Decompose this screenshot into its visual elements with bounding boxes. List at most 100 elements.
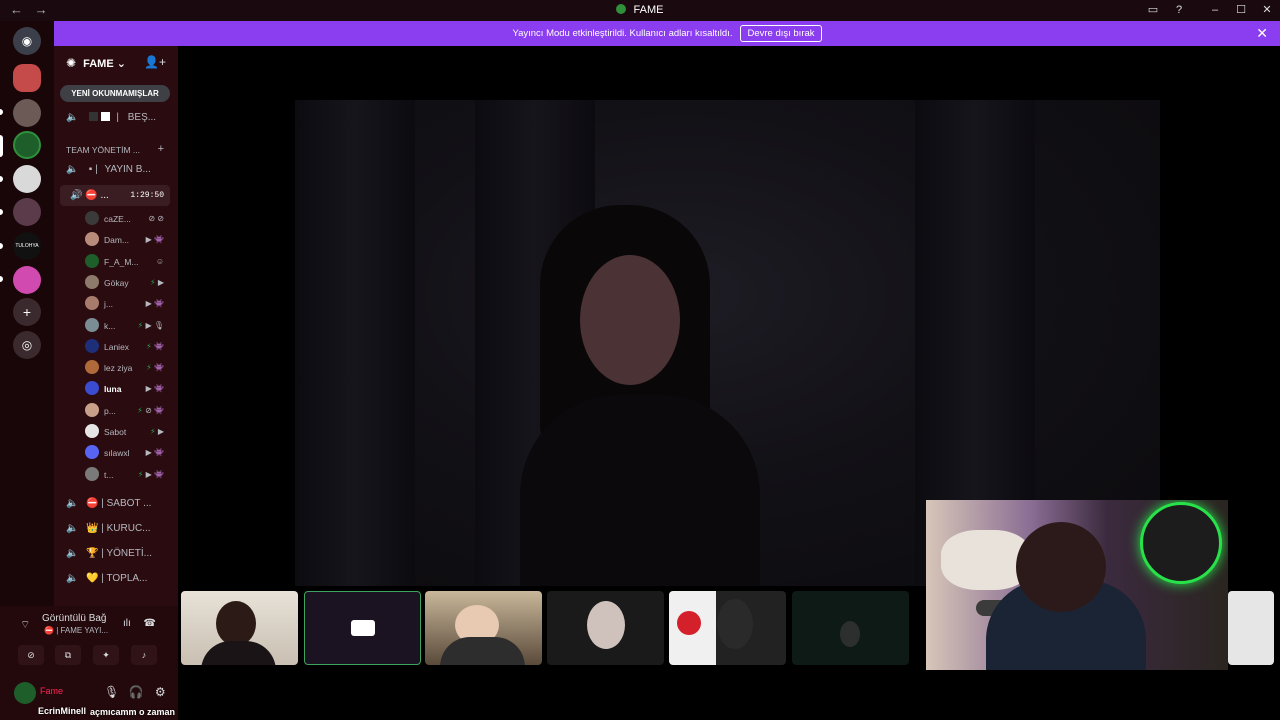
speaker-icon: 🔈: [66, 548, 79, 559]
noise-suppression-icon[interactable]: ılı: [123, 618, 131, 629]
add-channel-icon[interactable]: +: [158, 143, 164, 155]
member-name: j...: [104, 299, 113, 310]
camera-off-button[interactable]: ⊘: [18, 645, 44, 665]
voice-channel-yayin[interactable]: 🔈 ▪ | YAYIN B...: [66, 164, 151, 175]
voice-member[interactable]: sılawxl ▶ 👾: [85, 445, 170, 461]
voice-channel[interactable]: 🔈 👑 | KURUC...: [66, 523, 151, 534]
voice-member[interactable]: p... ⚡ ⊘ 👾: [85, 402, 170, 419]
inbox-icon[interactable]: ▭: [1140, 0, 1166, 21]
server-icon[interactable]: [13, 165, 41, 193]
avatar: [85, 466, 99, 481]
camera-icon: [351, 620, 375, 636]
close-button[interactable]: ✕: [1254, 0, 1280, 21]
avatar: [85, 402, 99, 417]
avatar: [85, 338, 99, 353]
avatar: [85, 424, 99, 438]
server-header[interactable]: ✺ FAME ⌄: [66, 56, 126, 70]
member-name: caZE...: [104, 214, 131, 224]
channel-emoji-icon: ⛔: [86, 498, 99, 509]
voice-status-panel: ⌔ Görüntülü Bağ ⛔ | FAME YAYI... ılı ☎ ⊘…: [0, 606, 178, 720]
voice-member[interactable]: Sabot ⚡ ▶: [85, 424, 170, 440]
settings-icon[interactable]: ⚙: [155, 685, 166, 699]
active-voice-channel[interactable]: 🔊 ⛔ ... 1:29:50: [60, 185, 170, 206]
member-status-icons: ⚡ ▶: [149, 427, 164, 436]
avatar: [85, 274, 99, 289]
signal-icon: ⌔: [20, 619, 31, 631]
voice-channel[interactable]: 🔈 ⛔ | SABOT ...: [66, 498, 151, 509]
picture-in-picture-stream[interactable]: [926, 500, 1228, 670]
member-name: luna: [104, 384, 122, 395]
maximize-button[interactable]: ☐: [1228, 0, 1254, 21]
voice-member[interactable]: t... ⚡ ▶ 👾: [85, 466, 170, 483]
member-status-icons: ⚡ ⊘ 👾: [137, 405, 164, 415]
caption-right: açmıcamm o zaman: [90, 707, 176, 717]
close-icon[interactable]: ✕: [1256, 25, 1268, 42]
video-tile[interactable]: [669, 591, 786, 665]
microphone-icon[interactable]: 🎙: [104, 685, 119, 699]
server-icon-fame[interactable]: [13, 131, 41, 159]
video-tile[interactable]: [425, 591, 542, 665]
member-name: p...: [104, 405, 116, 416]
voice-member[interactable]: j... ▶ 👾: [85, 296, 170, 312]
avatar[interactable]: [14, 682, 36, 704]
member-status-icons: ☺: [155, 256, 164, 266]
speaker-icon: 🔈: [66, 523, 79, 534]
video-tile[interactable]: [547, 591, 664, 665]
window-controls: ▭ ? – ☐ ✕: [1140, 0, 1280, 21]
voice-member[interactable]: caZE... ⊘ ⊘: [85, 211, 170, 227]
member-name: Gökay: [104, 277, 129, 288]
category-header[interactable]: TEAM YÖNETİM ...: [66, 145, 140, 155]
member-name: Dam...: [104, 235, 130, 246]
streamer-avatar-overlay: [1140, 502, 1222, 584]
headphones-icon[interactable]: 🎧: [129, 685, 144, 699]
speaker-icon: 🔈: [66, 573, 79, 584]
user-tools: 🎙 🎧 ⚙: [104, 685, 166, 699]
voice-channel-label[interactable]: ⛔ | FAME YAYI...: [44, 626, 108, 635]
voice-member[interactable]: F_A_M... ☺: [85, 253, 170, 270]
server-icon[interactable]: TULOHYA: [13, 232, 41, 260]
voice-member[interactable]: Dam... ▶ 👾: [85, 232, 170, 248]
member-status-icons: ⚡ 👾: [146, 341, 164, 351]
channel-emoji-icon: 👑: [86, 523, 99, 534]
member-status-icons: ▶ 👾: [145, 235, 164, 245]
channel-emoji-icon: 🏆: [86, 548, 99, 559]
disconnect-icon[interactable]: ☎: [144, 618, 156, 629]
screen-share-button[interactable]: ⧉: [55, 645, 81, 665]
server-icon[interactable]: [13, 99, 41, 127]
help-icon[interactable]: ?: [1166, 0, 1192, 21]
selected-pill: [0, 135, 3, 157]
speaker-icon: 🔈: [66, 164, 79, 175]
voice-channel-top[interactable]: 🔈 | BEŞ...: [66, 112, 156, 123]
disable-streamer-mode-button[interactable]: Devre dışı bırak: [740, 25, 822, 42]
video-tile[interactable]: [181, 591, 298, 665]
new-unreads-button[interactable]: YENİ OKUNMAMIŞLAR: [60, 85, 170, 102]
avatar: [85, 445, 99, 460]
discover-icon[interactable]: ◎: [13, 331, 41, 359]
voice-channel[interactable]: 🔈 💛 | TOPLA...: [66, 573, 147, 584]
video-tile[interactable]: [1228, 591, 1274, 665]
minimize-button[interactable]: –: [1202, 0, 1228, 21]
add-member-icon[interactable]: 👤+: [144, 55, 166, 69]
avatar: [85, 253, 99, 268]
voice-member[interactable]: k... ⚡ ▶ 🎙: [85, 317, 170, 334]
soundboard-button[interactable]: ♪: [131, 645, 157, 665]
voice-member[interactable]: Laniex ⚡ 👾: [85, 338, 170, 355]
voice-member[interactable]: lez ziya ⚡ 👾: [85, 360, 170, 376]
video-tile[interactable]: [792, 591, 909, 665]
server-icon[interactable]: [13, 64, 41, 92]
voice-member[interactable]: luna ▶ 👾: [85, 381, 170, 397]
server-icon[interactable]: [13, 198, 41, 226]
server-icon[interactable]: [13, 266, 41, 294]
voice-channel[interactable]: 🔈 🏆 | YÖNETİ...: [66, 548, 152, 559]
add-server-icon[interactable]: +: [13, 298, 41, 326]
voice-member[interactable]: Gökay ⚡ ▶: [85, 274, 170, 291]
speaker-icon: 🔈: [66, 498, 79, 509]
activities-button[interactable]: ✦: [93, 645, 119, 665]
unread-pill: [0, 176, 3, 182]
video-tile-camera-off[interactable]: [304, 591, 421, 665]
video-stage: [178, 46, 1280, 720]
member-status-icons: ⚡ ▶ 🎙: [137, 320, 164, 330]
unread-pill: [0, 243, 3, 249]
video-person: [520, 195, 780, 586]
discord-home-icon[interactable]: ◉: [13, 27, 41, 55]
